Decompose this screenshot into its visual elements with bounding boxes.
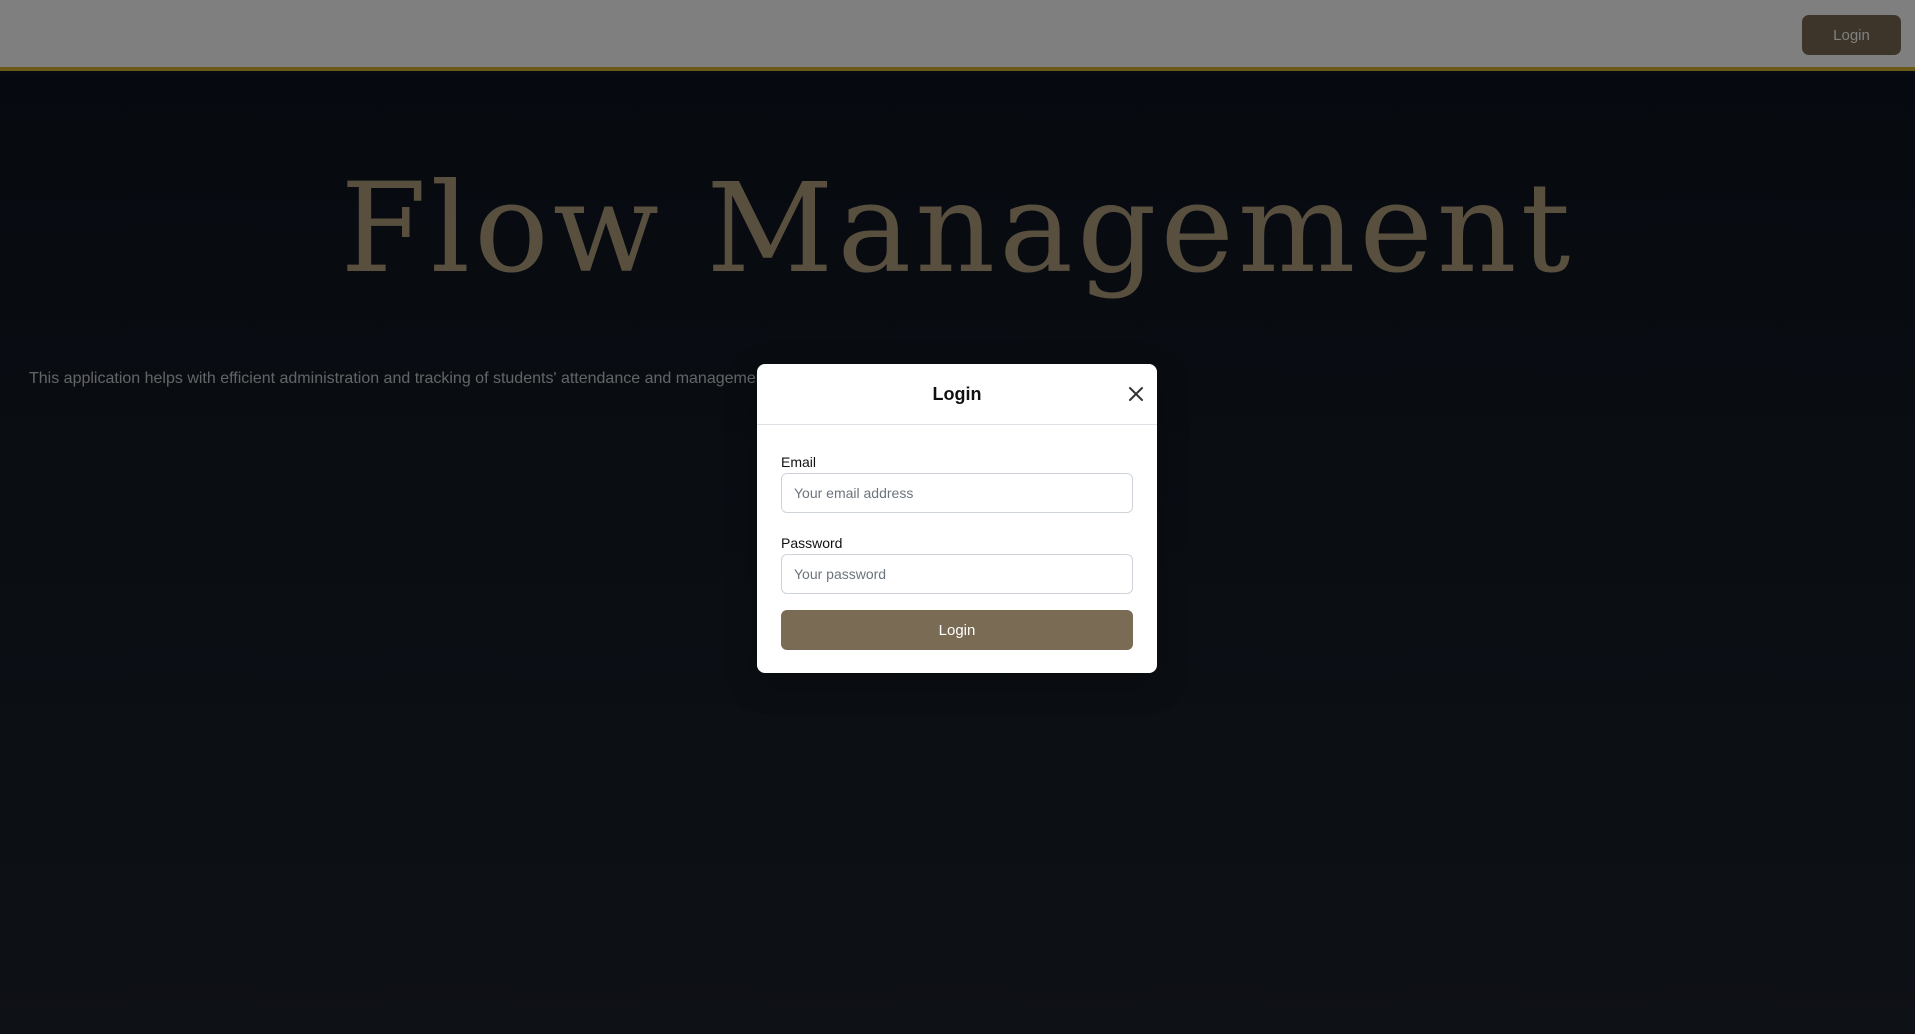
email-field[interactable] [781,473,1133,513]
modal-close-button[interactable] [1125,383,1147,405]
login-modal: Login Email Password Login [757,364,1157,673]
password-field-group: Password [781,535,1133,594]
modal-title: Login [932,384,982,404]
modal-header: Login [757,364,1157,425]
password-label: Password [781,535,843,551]
close-icon [1129,387,1143,401]
email-field-group: Email [781,454,1133,513]
email-label: Email [781,454,817,470]
modal-body: Email Password Login [781,454,1133,650]
login-submit-button[interactable]: Login [781,610,1133,650]
password-field[interactable] [781,554,1133,594]
